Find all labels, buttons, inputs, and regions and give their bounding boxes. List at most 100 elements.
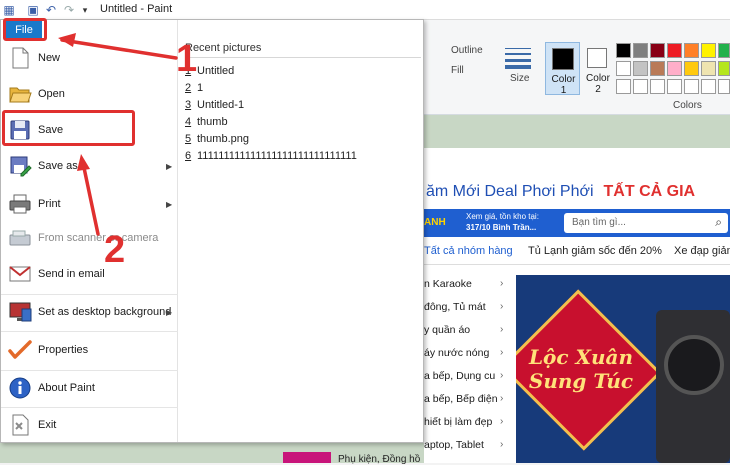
category-item[interactable]: a bếp, Dụng cu [424, 370, 495, 382]
recent-item-name: 111111111111111111111111111111 [197, 150, 357, 162]
folder-open-icon [9, 87, 32, 103]
color2-button[interactable]: Color 2 [583, 42, 613, 95]
stock-line2: 317/10 Bình Trần... [466, 223, 537, 232]
recent-item-name: Untitled-1 [197, 99, 245, 111]
category-item[interactable]: aptop, Tablet [424, 439, 484, 451]
swatch[interactable] [633, 79, 648, 94]
menu-save-as[interactable]: Save as ▶ [1, 148, 178, 184]
save-highlight-box [2, 110, 135, 146]
swatch[interactable] [718, 61, 730, 76]
menu-print[interactable]: Print ▶ [1, 186, 178, 222]
category-item[interactable]: hiết bị làm đẹp [424, 416, 492, 428]
outline-button[interactable]: Outline [451, 45, 483, 56]
size-button[interactable]: Size [510, 73, 529, 84]
search-icon[interactable]: ⌕ [715, 215, 722, 230]
category-item[interactable]: đông, Tủ mát [424, 301, 486, 313]
recent-item[interactable]: 21 [185, 82, 203, 94]
save-quick-icon[interactable]: ▣ [26, 3, 40, 17]
menu-send-email[interactable]: Send in email [1, 256, 178, 292]
nav-item[interactable]: Xe đạp giản [674, 245, 730, 257]
swatch[interactable] [633, 61, 648, 76]
menu-item-label: From scanner or camera [38, 232, 159, 244]
site-search-box[interactable]: Bạn tìm gì... ⌕ [564, 213, 728, 233]
swatch[interactable] [616, 43, 631, 58]
color2-label: Color 2 [586, 73, 610, 95]
submenu-arrow-icon: ▶ [166, 161, 173, 171]
swatch[interactable] [701, 79, 716, 94]
stock-line1: Xem giá, tồn kho tại: [466, 212, 539, 221]
menu-item-label: Print [38, 198, 61, 210]
swatch[interactable] [684, 79, 699, 94]
menu-item-label: Open [38, 88, 65, 100]
menu-open[interactable]: Open [1, 76, 178, 112]
swatch[interactable] [701, 61, 716, 76]
category-item[interactable]: a bếp, Bếp điện [424, 393, 498, 405]
recent-item-number: 4 [185, 116, 192, 128]
fill-button[interactable]: Fill [451, 65, 464, 76]
swatch[interactable] [684, 43, 699, 58]
customize-quick-access-icon[interactable]: ▾ [78, 3, 92, 17]
recent-item-number: 5 [185, 133, 192, 145]
save-as-icon [10, 156, 32, 177]
promo-image: Lộc Xuân Sung Túc [516, 275, 730, 463]
submenu-arrow-icon: ▶ [166, 199, 173, 209]
swatch[interactable] [667, 79, 682, 94]
recent-item-name: 1 [197, 82, 204, 94]
swatch[interactable] [718, 79, 730, 94]
swatch[interactable] [633, 43, 648, 58]
recent-item[interactable]: 5 thumb.png [185, 133, 249, 145]
step-number-1: 1 [176, 38, 198, 80]
swatch[interactable] [650, 61, 665, 76]
undo-icon[interactable]: ↶ [44, 3, 58, 17]
category-item[interactable]: n Karaoke [424, 278, 472, 290]
checkmark-icon [8, 340, 32, 359]
recent-item-name: thumb [197, 116, 228, 128]
email-icon [9, 266, 31, 282]
recent-item[interactable]: 6 111111111111111111111111111111 [185, 150, 357, 162]
color1-button[interactable]: Color 1 [545, 42, 580, 96]
menu-item-label: About Paint [38, 382, 95, 394]
swatch[interactable] [701, 43, 716, 58]
file-menu: New Open Save Save as ▶ Print ▶ From sca… [0, 19, 424, 443]
swatch[interactable] [616, 79, 631, 94]
menu-item-label: Send in email [38, 268, 105, 280]
category-item[interactable]: y quần áo [424, 324, 470, 336]
window-title: Untitled - Paint [100, 3, 173, 15]
swatch[interactable] [650, 43, 665, 58]
menu-set-desktop-background[interactable]: Set as desktop background ▶ [1, 294, 178, 330]
menu-about[interactable]: About Paint [1, 370, 178, 406]
category-item[interactable]: áy nước nóng [424, 347, 489, 359]
swatch[interactable] [667, 43, 682, 58]
file-highlight-box [3, 18, 47, 41]
menu-item-label: Set as desktop background [38, 306, 172, 318]
swatch[interactable] [667, 61, 682, 76]
swatch[interactable] [650, 79, 665, 94]
menu-new[interactable]: New [1, 40, 178, 76]
info-icon [9, 377, 31, 399]
menu-item-label: Exit [38, 419, 57, 431]
recent-item-number: 3 [185, 99, 192, 111]
menu-item-label: Properties [38, 344, 89, 356]
colors-group-label: Colors [673, 100, 702, 111]
redo-icon[interactable]: ↷ [62, 3, 76, 17]
recent-item[interactable]: 4 thumb [185, 116, 228, 128]
nav-item[interactable]: Tất cả nhóm hàng [424, 245, 513, 257]
promo-banner: ăm Mới Deal Phơi Phới TẤT CẢ GIA [424, 175, 730, 209]
menu-from-scanner: From scanner or camera [1, 220, 178, 256]
brand-fragment: ANH [424, 217, 446, 228]
swatch[interactable] [684, 61, 699, 76]
title-bar: ▦ ▣ ↶ ↷ ▾ Untitled - Paint [0, 0, 730, 20]
category-item[interactable]: Phụ kiện, Đồng hồ [338, 454, 420, 465]
menu-properties[interactable]: Properties [1, 332, 178, 368]
menu-item-label: New [38, 52, 61, 64]
swatch[interactable] [718, 43, 730, 58]
swatch[interactable] [616, 61, 631, 76]
banner-text: ăm Mới Deal Phơi Phới [426, 183, 594, 200]
step-number-2: 2 [104, 229, 126, 271]
exit-icon [12, 414, 29, 436]
recent-item-name: Untitled [197, 65, 235, 77]
recent-item[interactable]: 3 Untitled-1 [185, 99, 244, 111]
color1-label: Color 1 [551, 74, 576, 96]
menu-exit[interactable]: Exit [1, 407, 178, 443]
nav-item[interactable]: Tủ Lạnh giảm sốc đến 20% [528, 245, 662, 257]
